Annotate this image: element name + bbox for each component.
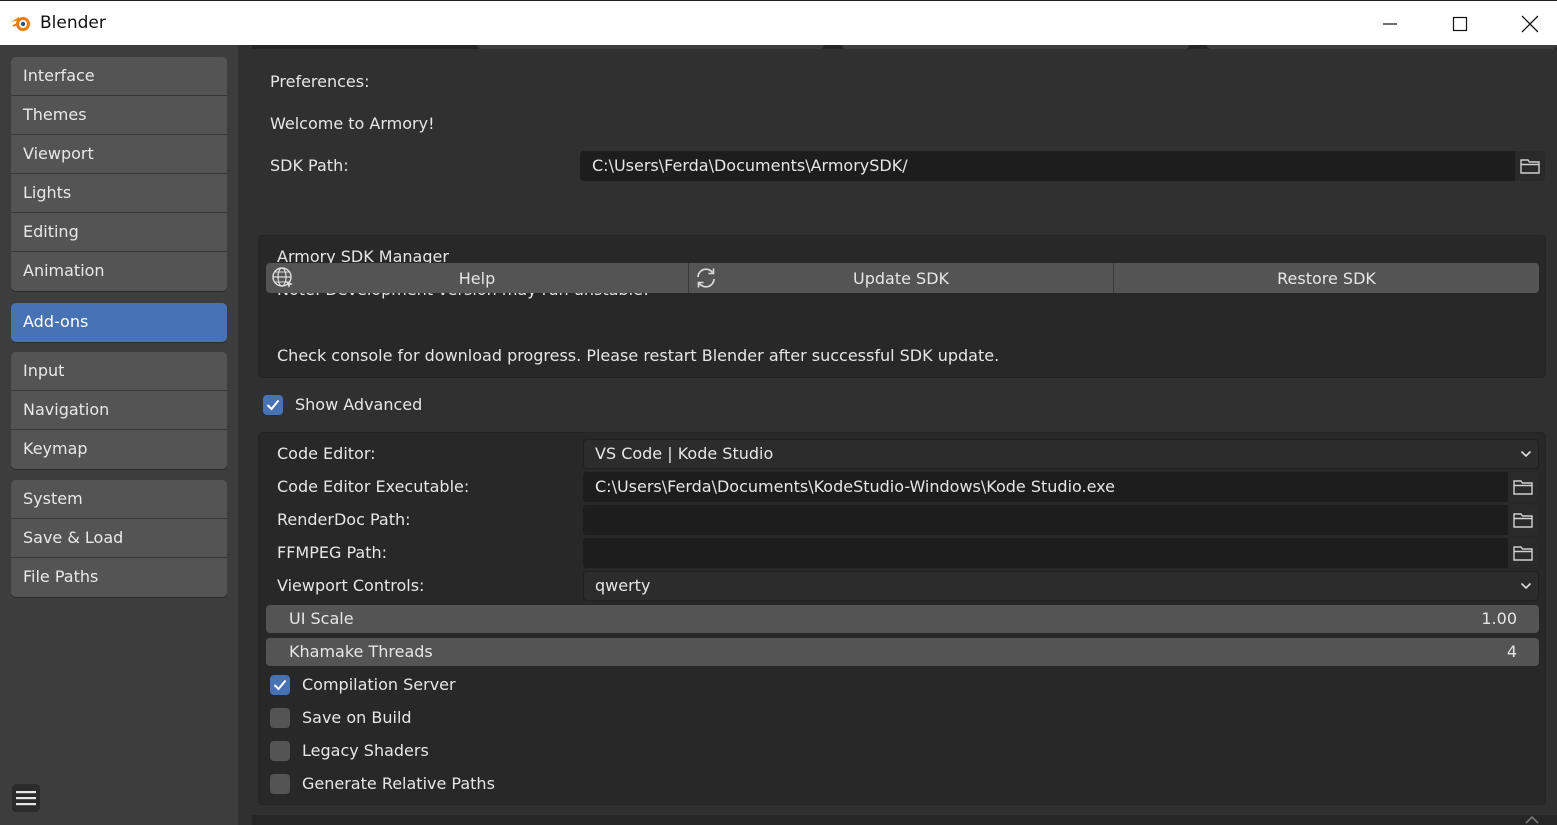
code-editor-label: Code Editor:: [277, 444, 376, 463]
welcome-text: Welcome to Armory!: [270, 114, 435, 133]
legacy-shaders-label: Legacy Shaders: [302, 741, 429, 760]
folder-icon: [1520, 159, 1540, 174]
update-sdk-button-label: Update SDK: [853, 268, 949, 288]
restore-sdk-button-label: Restore SDK: [1277, 268, 1376, 288]
code-editor-exe-browse-button[interactable]: [1508, 472, 1538, 502]
blender-logo-icon: [11, 17, 30, 31]
renderdoc-path-browse-button[interactable]: [1508, 505, 1538, 535]
sidebar-item-addons[interactable]: Add-ons: [11, 303, 227, 342]
preferences-menu-button[interactable]: [12, 784, 40, 812]
sdk-manager-info: Check console for download progress. Ple…: [277, 346, 1000, 365]
khamake-threads-value: 4: [1506, 642, 1517, 661]
ffmpeg-path-browse-button[interactable]: [1508, 538, 1538, 568]
show-advanced-label: Show Advanced: [295, 395, 423, 414]
hamburger-menu-icon: [16, 791, 36, 806]
sidebar-item-navigation[interactable]: Navigation: [11, 391, 227, 430]
sidebar-item-keymap[interactable]: Keymap: [11, 430, 227, 469]
sidebar-item-file-paths[interactable]: File Paths: [11, 558, 227, 597]
folder-icon: [1513, 480, 1533, 495]
ui-scale-label: UI Scale: [289, 609, 354, 628]
close-button[interactable]: [1495, 1, 1557, 46]
save-on-build-checkbox[interactable]: [270, 708, 290, 728]
sdk-path-field[interactable]: C:\Users\Ferda\Documents\ArmorySDK/: [580, 151, 1515, 181]
preferences-heading: Preferences:: [270, 72, 370, 91]
renderdoc-path-label: RenderDoc Path:: [277, 510, 411, 529]
addon-header-strip: [252, 45, 1557, 49]
save-on-build-label: Save on Build: [302, 708, 412, 727]
khamake-threads-label: Khamake Threads: [289, 642, 433, 661]
ffmpeg-path-label: FFMPEG Path:: [277, 543, 387, 562]
code-editor-exe-label: Code Editor Executable:: [277, 477, 470, 496]
sidebar-item-system[interactable]: System: [11, 480, 227, 519]
minimize-button[interactable]: [1355, 1, 1425, 46]
code-editor-exe-field[interactable]: C:\Users\Ferda\Documents\KodeStudio-Wind…: [583, 472, 1508, 502]
sdk-manager-button-row: Help Update SDK Restore SDK: [266, 263, 1539, 293]
help-button[interactable]: Help: [266, 263, 689, 293]
chevron-down-icon: [1520, 582, 1532, 590]
ffmpeg-path-field[interactable]: [583, 538, 1508, 568]
renderdoc-path-field[interactable]: [583, 505, 1508, 535]
khamake-threads-slider[interactable]: Khamake Threads 4: [266, 638, 1539, 666]
sidebar-item-interface[interactable]: Interface: [11, 57, 227, 96]
sdk-path-browse-button[interactable]: [1515, 151, 1545, 181]
update-sdk-button[interactable]: Update SDK: [689, 263, 1114, 293]
sidebar-item-save-load[interactable]: Save & Load: [11, 519, 227, 558]
maximize-button[interactable]: [1425, 1, 1495, 46]
sdk-path-label: SDK Path:: [270, 156, 349, 175]
compilation-server-checkbox[interactable]: [270, 675, 290, 695]
viewport-controls-label: Viewport Controls:: [277, 576, 425, 595]
addon-footer-strip: [252, 815, 1557, 825]
restore-sdk-button[interactable]: Restore SDK: [1114, 263, 1539, 293]
chevron-down-icon: [1520, 450, 1532, 458]
title-bar: Blender: [0, 0, 1557, 45]
close-icon: [1521, 15, 1539, 32]
maximize-icon: [1452, 16, 1468, 31]
viewport-controls-dropdown[interactable]: qwerty: [583, 571, 1539, 601]
sidebar-item-themes[interactable]: Themes: [11, 96, 227, 135]
sidebar-item-input[interactable]: Input: [11, 352, 227, 391]
check-icon: [266, 399, 280, 411]
refresh-icon: [697, 268, 715, 288]
sidebar-item-animation[interactable]: Animation: [11, 252, 227, 291]
show-advanced-checkbox[interactable]: [263, 395, 283, 415]
code-editor-value: VS Code | Kode Studio: [595, 444, 774, 463]
legacy-shaders-checkbox[interactable]: [270, 741, 290, 761]
help-button-label: Help: [458, 268, 496, 288]
window-title: Blender: [40, 13, 106, 33]
minimize-icon: [1383, 22, 1397, 25]
scroll-up-icon[interactable]: [1522, 814, 1542, 825]
generate-relative-paths-label: Generate Relative Paths: [302, 774, 495, 793]
nav-group-display: Interface Themes Viewport Lights Editing…: [11, 57, 227, 291]
generate-relative-paths-checkbox[interactable]: [270, 774, 290, 794]
nav-group-input: Input Navigation Keymap: [11, 352, 227, 469]
check-icon: [273, 679, 287, 691]
nav-group-system: System Save & Load File Paths: [11, 480, 227, 597]
sidebar-item-editing[interactable]: Editing: [11, 213, 227, 252]
code-editor-dropdown[interactable]: VS Code | Kode Studio: [583, 439, 1539, 469]
viewport-controls-value: qwerty: [595, 576, 651, 595]
ui-scale-slider[interactable]: UI Scale 1.00: [266, 605, 1539, 633]
ui-scale-value: 1.00: [1481, 609, 1517, 628]
folder-icon: [1513, 546, 1533, 561]
preferences-sidebar: Interface Themes Viewport Lights Editing…: [0, 45, 238, 825]
folder-icon: [1513, 513, 1533, 528]
compilation-server-label: Compilation Server: [302, 675, 456, 694]
globe-icon: [272, 267, 293, 288]
sidebar-item-viewport[interactable]: Viewport: [11, 135, 227, 174]
sidebar-item-lights[interactable]: Lights: [11, 174, 227, 213]
nav-group-addons: Add-ons: [11, 303, 227, 342]
